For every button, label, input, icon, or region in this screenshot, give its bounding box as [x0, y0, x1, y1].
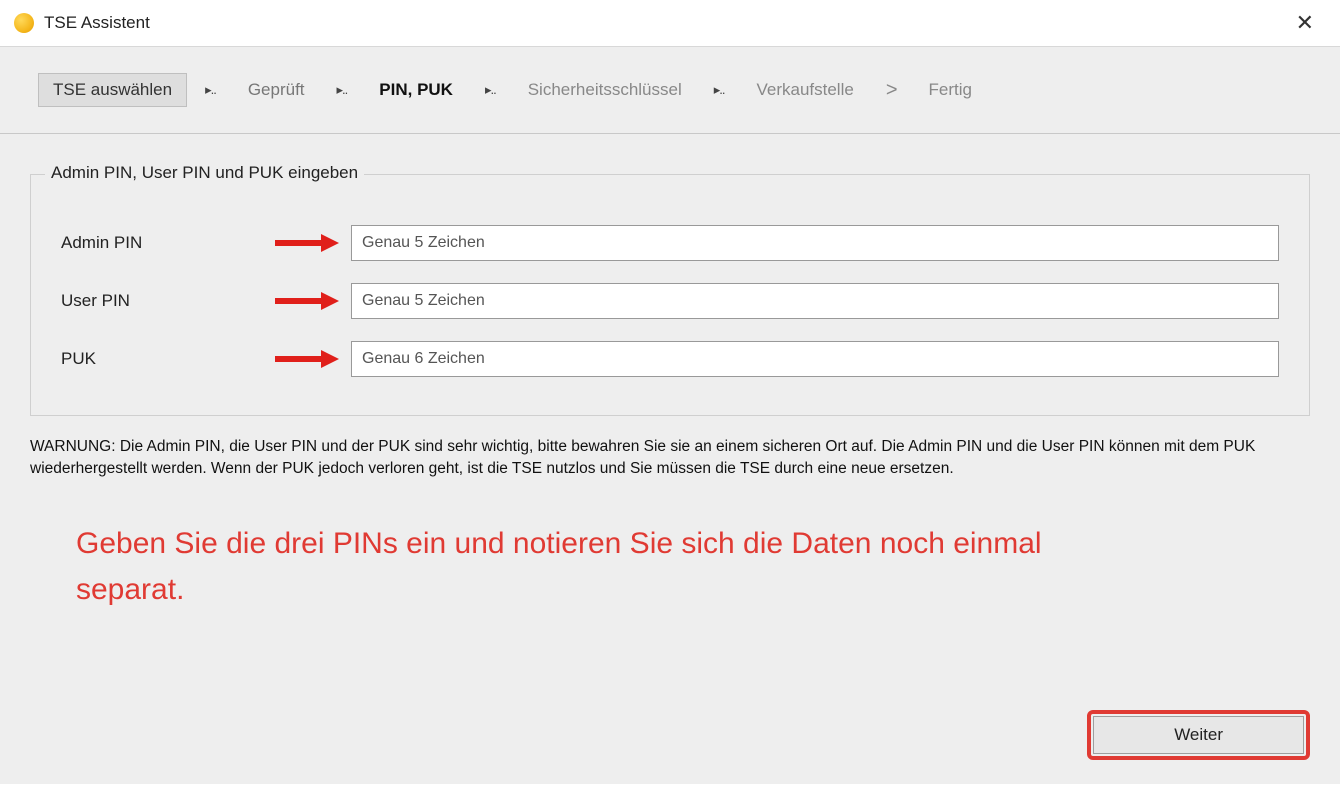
close-icon[interactable]: ✕ [1288, 6, 1322, 40]
arrow-right-icon [261, 291, 351, 311]
step-pin-puk[interactable]: PIN, PUK [365, 74, 467, 106]
content-area: Admin PIN, User PIN und PUK eingeben Adm… [0, 134, 1340, 784]
step-pos[interactable]: Verkaufstelle [742, 74, 867, 106]
step-checked[interactable]: Geprüft [234, 74, 319, 106]
annotation-text: Geben Sie die drei PINs ein und notieren… [76, 521, 1156, 614]
arrow-right-icon [261, 349, 351, 369]
admin-pin-input[interactable] [351, 225, 1279, 261]
fieldset-legend: Admin PIN, User PIN und PUK eingeben [45, 163, 364, 183]
step-separator-icon: ▸.. [199, 82, 222, 98]
step-separator-icon: ▸.. [331, 82, 354, 98]
step-done[interactable]: Fertig [915, 74, 986, 106]
step-tse-select[interactable]: TSE auswählen [38, 73, 187, 107]
puk-input[interactable] [351, 341, 1279, 377]
step-separator-icon: ▸.. [708, 82, 731, 98]
puk-row: PUK [61, 341, 1279, 377]
next-button-highlight: Weiter [1087, 710, 1310, 760]
titlebar: TSE Assistent ✕ [0, 0, 1340, 46]
pin-fieldset: Admin PIN, User PIN und PUK eingeben Adm… [30, 174, 1310, 416]
app-icon [14, 13, 34, 33]
footer: Weiter [1087, 710, 1310, 760]
user-pin-label: User PIN [61, 291, 261, 311]
admin-pin-row: Admin PIN [61, 225, 1279, 261]
step-separator-icon: ▸.. [479, 82, 502, 98]
arrow-right-icon [261, 233, 351, 253]
user-pin-input[interactable] [351, 283, 1279, 319]
title-left: TSE Assistent [14, 13, 150, 33]
step-separator-icon: > [880, 79, 903, 102]
next-button[interactable]: Weiter [1093, 716, 1304, 754]
wizard-steps: TSE auswählen ▸.. Geprüft ▸.. PIN, PUK ▸… [0, 46, 1340, 134]
user-pin-row: User PIN [61, 283, 1279, 319]
step-security-key[interactable]: Sicherheitsschlüssel [514, 74, 696, 106]
warning-text: WARNUNG: Die Admin PIN, die User PIN und… [30, 436, 1310, 481]
window-title: TSE Assistent [44, 13, 150, 33]
admin-pin-label: Admin PIN [61, 233, 261, 253]
puk-label: PUK [61, 349, 261, 369]
